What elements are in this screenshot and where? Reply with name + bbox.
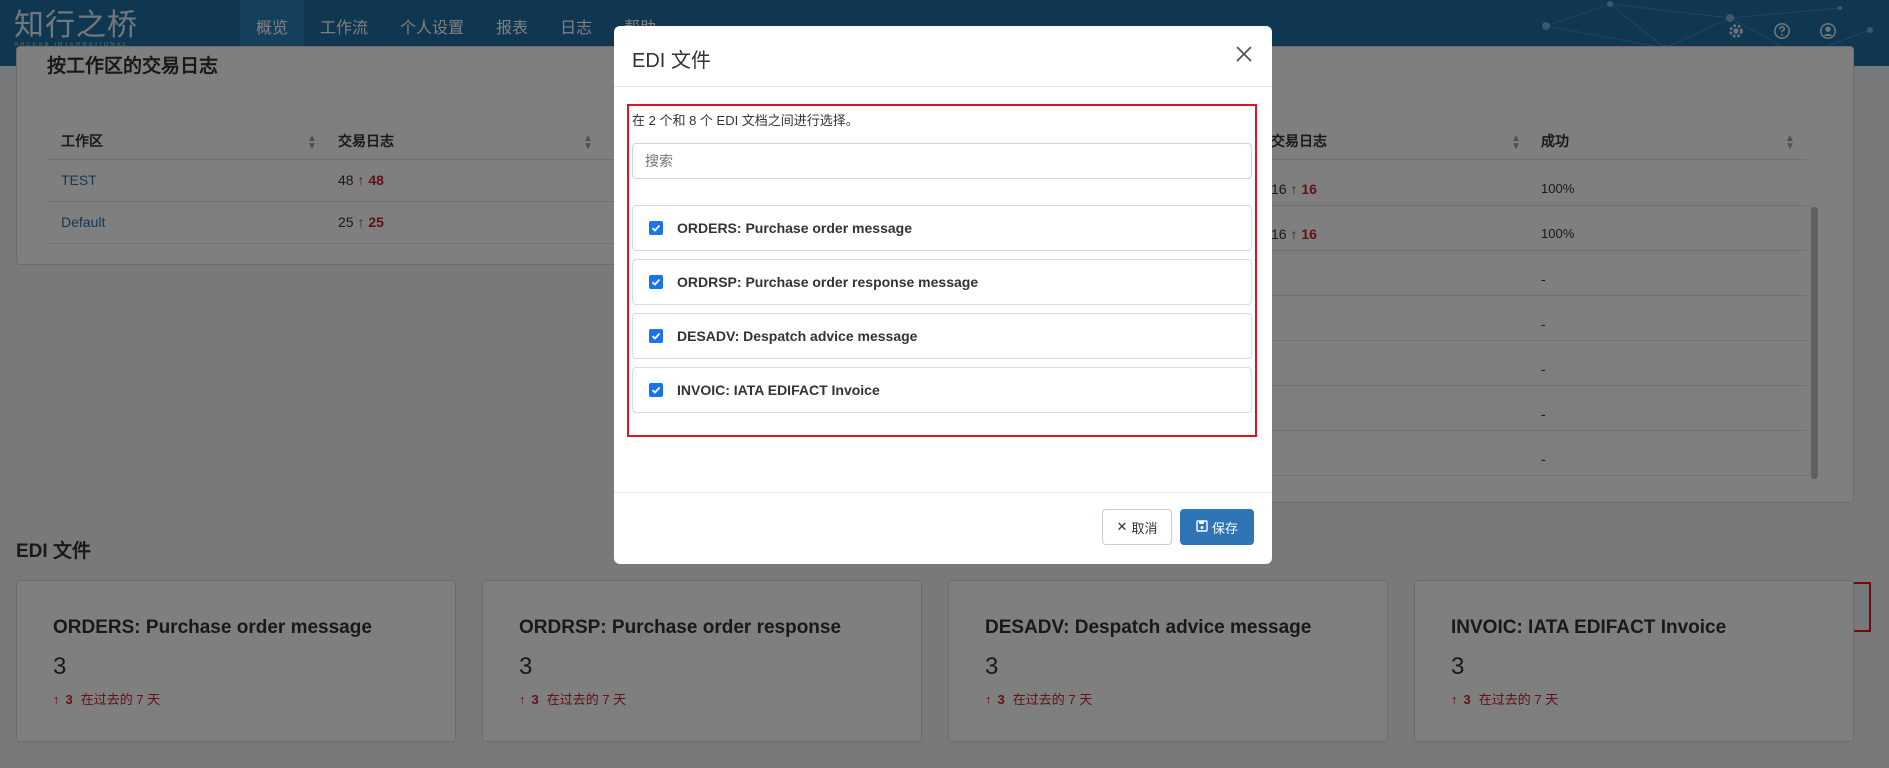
option-invoic[interactable]: INVOIC: IATA EDIFACT Invoice: [632, 367, 1252, 413]
option-label: ORDERS: Purchase order message: [677, 220, 912, 236]
selection-helper-text: 在 2 个和 8 个 EDI 文档之间进行选择。: [632, 113, 859, 128]
option-ordrsp[interactable]: ORDRSP: Purchase order response message: [632, 259, 1252, 305]
option-label: ORDRSP: Purchase order response message: [677, 274, 979, 290]
cancel-button[interactable]: ✕ 取消: [1102, 509, 1172, 545]
search-input[interactable]: [632, 143, 1252, 179]
checkbox-checked-icon[interactable]: [649, 275, 663, 289]
option-label: DESADV: Despatch advice message: [677, 328, 918, 344]
close-icon[interactable]: [1232, 42, 1256, 66]
checkbox-checked-icon[interactable]: [649, 383, 663, 397]
modal-title: EDI 文件: [632, 50, 711, 72]
checkbox-checked-icon[interactable]: [649, 329, 663, 343]
option-orders[interactable]: ORDERS: Purchase order message: [632, 205, 1252, 251]
modal-header: EDI 文件: [614, 26, 1272, 87]
save-button[interactable]: 保存: [1180, 509, 1254, 545]
checkbox-checked-icon[interactable]: [649, 221, 663, 235]
save-icon: [1196, 519, 1208, 535]
edi-documents-modal: EDI 文件 在 2 个和 8 个 EDI 文档之间进行选择。 ORDERS: …: [614, 26, 1272, 564]
modal-footer: ✕ 取消 保存: [614, 492, 1272, 564]
cancel-label: 取消: [1131, 520, 1158, 536]
option-label: INVOIC: IATA EDIFACT Invoice: [677, 382, 880, 398]
save-label: 保存: [1211, 520, 1238, 536]
option-desadv[interactable]: DESADV: Despatch advice message: [632, 313, 1252, 359]
x-icon: ✕: [1116, 519, 1128, 534]
